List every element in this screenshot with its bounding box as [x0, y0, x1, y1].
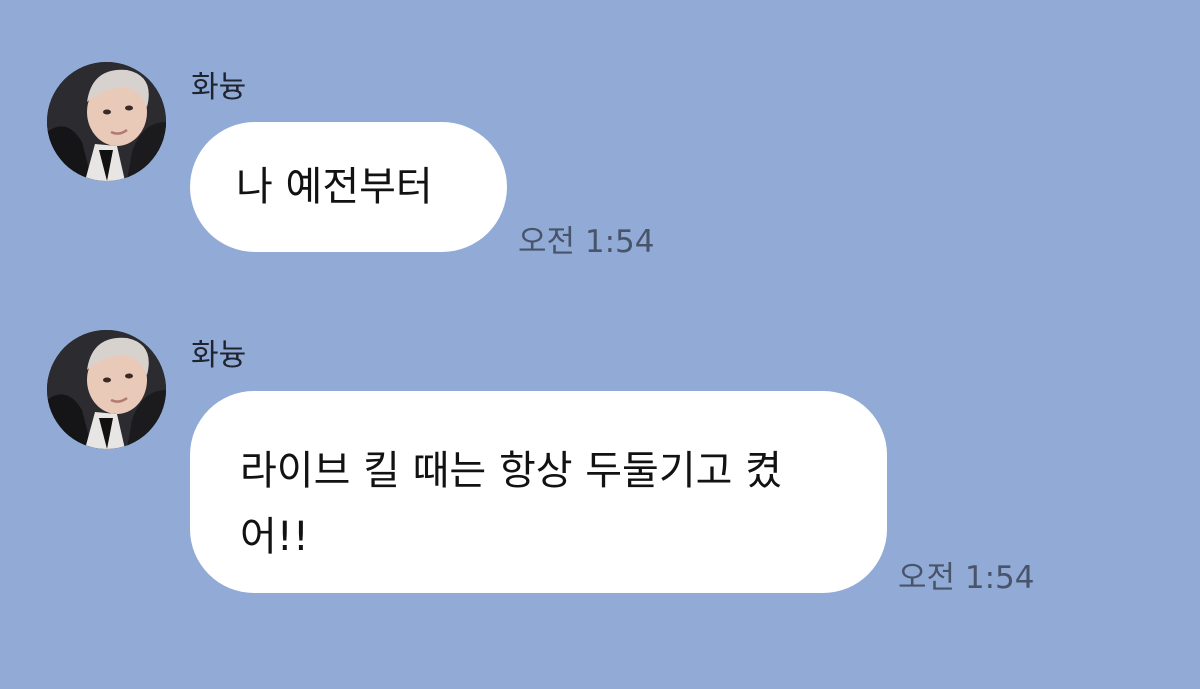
sender-name: 화늉: [191, 70, 247, 105]
profile-photo-icon: [47, 62, 166, 181]
message-time: 오전 1:54: [518, 224, 655, 260]
message-time: 오전 1:54: [898, 560, 1035, 596]
message-text: 라이브 킬 때는 항상 두둘기고 켰어!!: [240, 448, 782, 560]
profile-photo-icon: [47, 330, 166, 449]
chat-room: 화늉 나 예전부터 오전 1:54 화늉 라이브 킬 때는 항상 두둘기고 켰어…: [0, 0, 1200, 689]
message-bubble[interactable]: 나 예전부터: [190, 122, 507, 252]
sender-name: 화늉: [191, 338, 247, 373]
message-text: 나 예전부터: [236, 164, 433, 210]
message-bubble[interactable]: 라이브 킬 때는 항상 두둘기고 켰어!!: [190, 391, 887, 593]
avatar[interactable]: [47, 330, 166, 449]
avatar[interactable]: [47, 62, 166, 181]
